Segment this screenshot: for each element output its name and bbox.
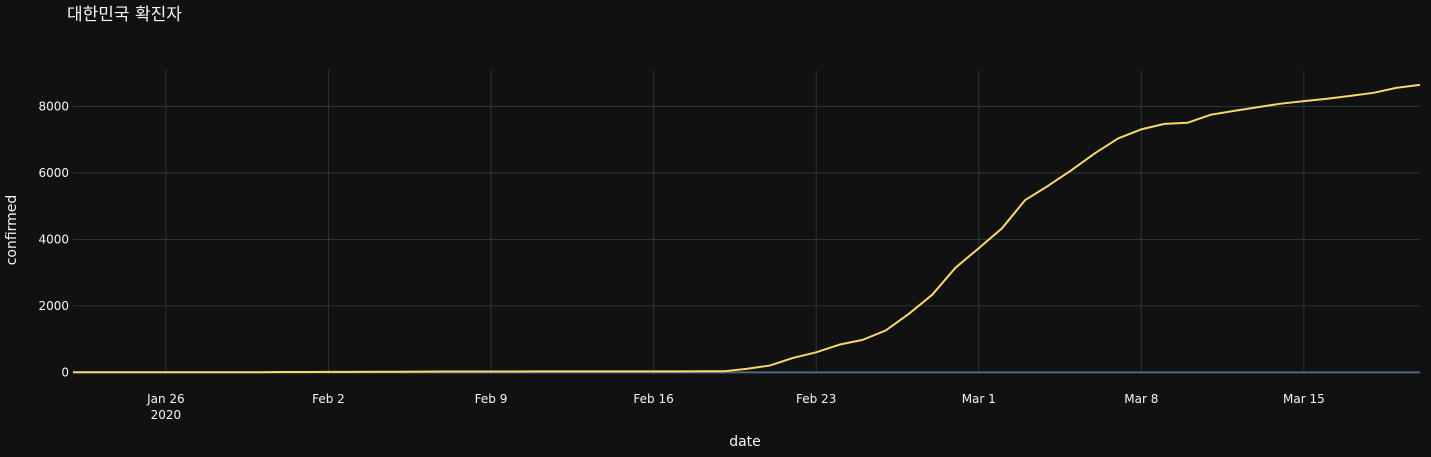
data-point: [257, 370, 261, 374]
x-tick-label: Feb 9: [475, 392, 508, 406]
data-point: [837, 343, 841, 347]
data-point: [1325, 97, 1329, 101]
data-point: [768, 364, 772, 368]
series-layer: [71, 83, 1422, 374]
x-tick-label: Feb 2: [312, 392, 345, 406]
data-point: [1209, 113, 1213, 117]
data-point: [466, 370, 470, 374]
x-tick-label: Mar 1: [962, 392, 996, 406]
data-point: [907, 312, 911, 316]
data-point: [1163, 122, 1167, 126]
data-point: [954, 266, 958, 270]
data-point: [1023, 198, 1027, 202]
data-point: [350, 370, 354, 374]
data-point: [1139, 127, 1143, 131]
data-point: [814, 350, 818, 354]
x-tick-label: Jan 26: [146, 392, 185, 406]
data-point: [1255, 105, 1259, 109]
data-point: [1348, 94, 1352, 98]
data-point: [94, 370, 98, 374]
data-point: [303, 370, 307, 374]
x-axis-ticks: Jan 26 2020 Feb 2 Feb 9 Feb 16 Feb 23 Mar 1 Mar…: [146, 392, 1325, 422]
data-point: [164, 370, 168, 374]
y-tick-label: 6000: [38, 166, 69, 180]
data-point: [1418, 83, 1422, 87]
data-point: [745, 367, 749, 371]
data-point: [234, 370, 238, 374]
x-tick-label: Feb 16: [633, 392, 673, 406]
data-point: [721, 369, 725, 373]
data-point: [1093, 151, 1097, 155]
data-point: [443, 370, 447, 374]
y-axis-ticks: 0 2000 4000 6000 8000: [38, 100, 69, 380]
data-point: [930, 293, 934, 297]
data-point: [1186, 121, 1190, 125]
data-point: [1070, 168, 1074, 172]
data-point: [489, 370, 493, 374]
data-point: [1116, 136, 1120, 140]
y-tick-label: 4000: [38, 232, 69, 246]
x-tick-label: Feb 23: [796, 392, 836, 406]
x-tick-sublabel: 2020: [151, 408, 182, 422]
data-point: [512, 369, 516, 373]
data-point: [861, 338, 865, 342]
data-point: [326, 370, 330, 374]
data-point: [1232, 109, 1236, 113]
series-line: [73, 83, 1421, 374]
data-point: [977, 246, 981, 250]
data-point: [675, 369, 679, 373]
data-point: [652, 369, 656, 373]
data-point: [628, 369, 632, 373]
x-tick-label: Mar 8: [1124, 392, 1158, 406]
data-point: [280, 370, 284, 374]
x-tick-label: Mar 15: [1283, 392, 1325, 406]
data-point: [605, 369, 609, 373]
data-point: [1279, 102, 1283, 106]
gridlines: [73, 70, 1420, 374]
chart-title: 대한민국 확진자: [67, 5, 182, 25]
y-axis-title: confirmed: [4, 195, 20, 266]
data-point: [559, 369, 563, 373]
data-point: [884, 328, 888, 332]
data-point: [396, 370, 400, 374]
data-point: [1372, 91, 1376, 95]
data-point: [373, 370, 377, 374]
data-point: [698, 369, 702, 373]
chart: Jan 26 2020 Feb 2 Feb 9 Feb 16 Feb 23 Mar 1 Mar…: [4, 5, 1422, 450]
data-point: [210, 370, 214, 374]
data-point: [141, 370, 145, 374]
data-point: [535, 369, 539, 373]
y-tick-label: 8000: [38, 100, 69, 114]
data-point: [1302, 99, 1306, 103]
y-tick-label: 2000: [38, 299, 69, 313]
data-point: [1395, 86, 1399, 90]
data-point: [791, 356, 795, 360]
data-point: [582, 369, 586, 373]
data-point: [1046, 184, 1050, 188]
data-point: [187, 370, 191, 374]
data-point: [117, 370, 121, 374]
data-point: [419, 370, 423, 374]
data-point: [1000, 226, 1004, 230]
y-tick-label: 0: [61, 365, 69, 379]
data-point: [71, 370, 75, 374]
x-axis-title: date: [729, 434, 761, 450]
